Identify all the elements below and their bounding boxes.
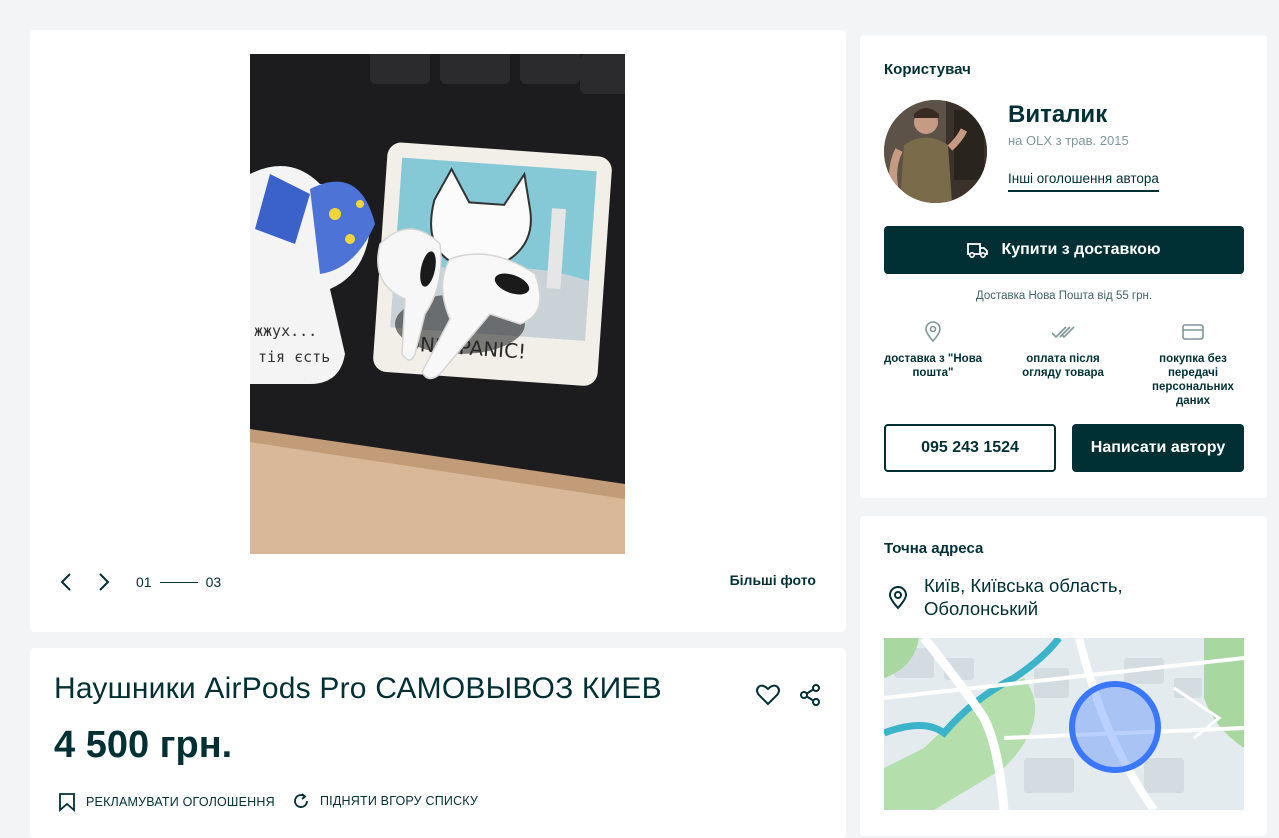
seller-heading: Користувач	[884, 61, 971, 78]
buy-with-delivery-label: Купити з доставкою	[1001, 241, 1161, 258]
sticker-text-2: тія єсть	[258, 348, 330, 366]
photo-counter-total: 03	[205, 574, 222, 590]
seller-name: Виталик	[1008, 101, 1108, 128]
feature-text: оплата після огляду товара	[1022, 353, 1104, 379]
location-map[interactable]	[884, 638, 1244, 810]
seller-since: на OLX з трав. 2015	[1008, 133, 1129, 148]
ad-title: Наушники AirPods Pro САМОВЫВОЗ КИЕВ	[54, 672, 662, 705]
larger-photos-link[interactable]: Більші фото	[730, 572, 816, 588]
seller-card: Користувач Виталик на OLX з трав. 2015 І…	[860, 35, 1267, 498]
share-icon	[800, 684, 820, 706]
photo-gallery: жжух... тія єсть ON'T PANIC!	[30, 30, 846, 632]
address-card: Точна адреса Київ, Київська область, Обо…	[860, 516, 1267, 836]
ad-info-card: Наушники AirPods Pro САМОВЫВОЗ КИЕВ 4 50…	[30, 648, 846, 838]
promote-ad-button[interactable]: РЕКЛАМУВАТИ ОГОЛОШЕННЯ	[58, 792, 275, 812]
raise-ad-label: ПІДНЯТИ ВГОРУ СПИСКУ	[320, 794, 479, 808]
chevron-right-icon	[99, 573, 110, 591]
write-to-author-button[interactable]: Написати автору	[1072, 424, 1244, 472]
other-ads-link[interactable]: Інші оголошення автора	[1008, 171, 1159, 192]
feature-text: доставка з "Нова пошта"	[883, 353, 983, 379]
delivery-note: Доставка Нова Пошта від 55 грн.	[975, 290, 1153, 302]
heart-icon	[756, 684, 780, 706]
show-phone-button[interactable]: 095 243 1524	[884, 424, 1056, 472]
address-text: Київ, Київська область, Оболонський	[924, 575, 1123, 619]
previous-photo-button[interactable]	[54, 570, 78, 594]
area-circle	[1069, 681, 1161, 773]
sticker-text-1: жжух...	[254, 322, 317, 340]
favorite-button[interactable]	[755, 682, 781, 708]
feature-text: покупка без передачі персональних даних	[1152, 353, 1234, 407]
refresh-icon	[294, 793, 308, 808]
card-icon	[1182, 324, 1204, 340]
bookmark-icon	[59, 793, 75, 812]
share-button[interactable]	[797, 682, 823, 708]
truck-icon	[967, 243, 989, 259]
buy-with-delivery-button[interactable]: Купити з доставкою	[884, 226, 1244, 274]
feature-payment-after: оплата після огляду товара	[1008, 321, 1118, 380]
address-heading: Точна адреса	[884, 540, 984, 557]
double-check-icon	[1051, 326, 1075, 339]
counter-divider	[159, 581, 198, 583]
next-photo-button[interactable]	[92, 570, 116, 594]
ad-price: 4 500 грн.	[54, 724, 233, 766]
photo-counter-current: 01	[136, 574, 152, 590]
promote-ad-label: РЕКЛАМУВАТИ ОГОЛОШЕННЯ	[86, 795, 275, 809]
raise-ad-button[interactable]: ПІДНЯТИ ВГОРУ СПИСКУ	[292, 792, 478, 810]
location-pin-icon	[888, 586, 908, 610]
gallery-controls: 01 03	[54, 570, 221, 594]
feature-nova-poshta: доставка з "Нова пошта"	[878, 321, 988, 380]
feature-no-personal-data: покупка без передачі персональних даних	[1138, 321, 1248, 408]
product-photo[interactable]: жжух... тія єсть ON'T PANIC!	[250, 54, 625, 554]
chevron-left-icon	[60, 573, 71, 591]
avatar[interactable]	[884, 100, 987, 203]
location-pin-icon	[925, 321, 941, 343]
